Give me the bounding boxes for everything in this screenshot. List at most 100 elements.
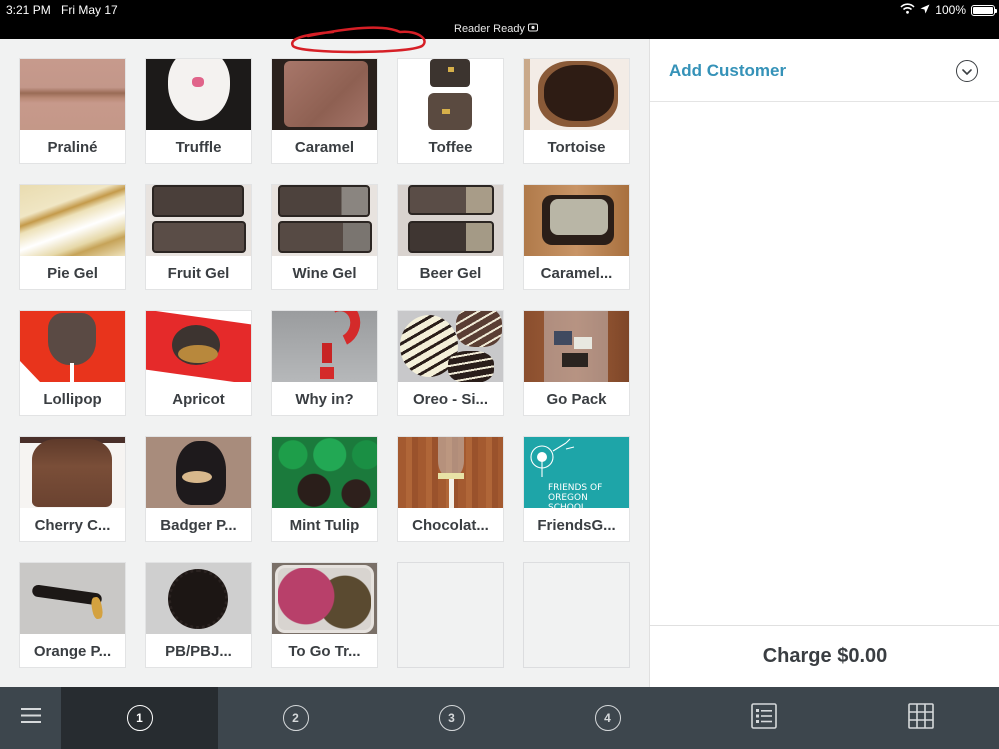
customer-expand-button[interactable] bbox=[956, 60, 978, 82]
battery-level bbox=[973, 6, 993, 14]
item-tile[interactable]: Cherry C... bbox=[19, 436, 126, 542]
page-tab-2[interactable]: 2 bbox=[217, 687, 374, 749]
item-label: Beer Gel bbox=[419, 264, 482, 282]
item-tile[interactable]: PB/PBJ... bbox=[145, 562, 252, 668]
status-date: Fri May 17 bbox=[61, 3, 118, 17]
logo-text-line: FRIENDS OF bbox=[548, 483, 603, 493]
item-label: Lollipop bbox=[43, 390, 102, 408]
item-tile[interactable]: Praliné bbox=[19, 58, 126, 164]
item-tile[interactable]: Orange P... bbox=[19, 562, 126, 668]
item-tile[interactable]: Wine Gel bbox=[271, 184, 378, 290]
item-label: Why in? bbox=[295, 390, 354, 408]
item-label: FriendsG... bbox=[537, 516, 616, 534]
item-label: Go Pack bbox=[546, 390, 607, 408]
item-tile[interactable]: FRIENDS OFOREGONSCHOOL DISTRICT FriendsG.… bbox=[523, 436, 630, 542]
page-number-circle: 1 bbox=[126, 705, 153, 731]
item-image bbox=[272, 563, 377, 634]
item-tile[interactable]: To Go Tr... bbox=[271, 562, 378, 668]
item-tile[interactable]: Apricot bbox=[145, 310, 252, 416]
item-image bbox=[524, 59, 629, 130]
item-label: Caramel... bbox=[540, 264, 613, 282]
item-tile[interactable]: Go Pack bbox=[523, 310, 630, 416]
item-image: FRIENDS OFOREGONSCHOOL DISTRICT bbox=[524, 437, 629, 508]
item-image bbox=[20, 311, 125, 382]
item-image bbox=[146, 59, 251, 130]
location-arrow-icon bbox=[920, 3, 930, 17]
item-tile[interactable]: Truffle bbox=[145, 58, 252, 164]
item-tile[interactable]: Tortoise bbox=[523, 58, 630, 164]
page-tab-1[interactable]: 1 bbox=[61, 687, 218, 749]
item-tile[interactable]: Badger P... bbox=[145, 436, 252, 542]
item-label: Praliné bbox=[47, 138, 98, 156]
page-tab-3[interactable]: 3 bbox=[373, 687, 530, 749]
item-tile[interactable]: Toffee bbox=[397, 58, 504, 164]
page-number-circle: 2 bbox=[282, 705, 309, 731]
logo-text-line: OREGON bbox=[548, 493, 588, 503]
item-label: Toffee bbox=[428, 138, 473, 156]
item-tile[interactable]: Oreo - Si... bbox=[397, 310, 504, 416]
item-image bbox=[146, 437, 251, 508]
status-time: 3:21 PM bbox=[6, 3, 51, 17]
add-customer-button[interactable]: Add Customer bbox=[669, 61, 786, 81]
item-image bbox=[272, 311, 377, 382]
item-tile[interactable]: Caramel... bbox=[523, 184, 630, 290]
item-grid: Praliné Truffle Caramel Toffee Tortoise Pie G… bbox=[0, 39, 649, 687]
item-tile[interactable]: Fruit Gel bbox=[145, 184, 252, 290]
list-view-button[interactable] bbox=[686, 687, 842, 749]
item-label: Wine Gel bbox=[292, 264, 357, 282]
item-image bbox=[272, 59, 377, 130]
item-label: Truffle bbox=[175, 138, 222, 156]
page-number-circle: 4 bbox=[594, 705, 621, 731]
empty-tile[interactable] bbox=[397, 562, 504, 668]
card-reader-icon bbox=[527, 23, 539, 35]
cart-header: Add Customer bbox=[650, 39, 999, 102]
item-image bbox=[272, 185, 377, 256]
dandelion-icon bbox=[530, 438, 575, 477]
item-label: Orange P... bbox=[33, 642, 112, 660]
item-tile[interactable]: Chocolat... bbox=[397, 436, 504, 542]
item-label: PB/PBJ... bbox=[165, 642, 232, 660]
bottom-nav: 1 2 3 4 bbox=[0, 687, 999, 749]
item-image bbox=[524, 185, 629, 256]
item-image bbox=[398, 437, 503, 508]
item-image bbox=[398, 311, 503, 382]
item-tile[interactable]: Pie Gel bbox=[19, 184, 126, 290]
status-bar: 3:21 PM Fri May 17 Reader Ready 100% bbox=[0, 0, 999, 39]
charge-button[interactable]: Charge $0.00 bbox=[650, 625, 999, 687]
menu-button[interactable] bbox=[0, 687, 61, 749]
item-tile[interactable]: Mint Tulip bbox=[271, 436, 378, 542]
item-image bbox=[20, 59, 125, 130]
item-label: Apricot bbox=[172, 390, 225, 408]
item-image bbox=[146, 185, 251, 256]
item-label: Pie Gel bbox=[47, 264, 98, 282]
status-right: 100% bbox=[900, 3, 997, 17]
item-label: Oreo - Si... bbox=[412, 390, 488, 408]
chevron-down-icon bbox=[962, 62, 972, 80]
item-label: Cherry C... bbox=[34, 516, 111, 534]
item-image bbox=[398, 59, 503, 130]
item-image bbox=[20, 563, 125, 634]
reader-status-text: Reader Ready bbox=[454, 23, 525, 35]
item-tile[interactable]: Lollipop bbox=[19, 310, 126, 416]
item-label: Mint Tulip bbox=[289, 516, 360, 534]
page-number-circle: 3 bbox=[438, 705, 465, 731]
battery-percent: 100% bbox=[935, 3, 966, 17]
item-image bbox=[146, 563, 251, 634]
item-label: Caramel bbox=[294, 138, 355, 156]
item-label: Chocolat... bbox=[412, 516, 489, 534]
item-label: Tortoise bbox=[547, 138, 606, 156]
item-tile[interactable]: Why in? bbox=[271, 310, 378, 416]
page-tab-4[interactable]: 4 bbox=[529, 687, 686, 749]
grid-icon bbox=[907, 702, 934, 734]
item-image bbox=[524, 311, 629, 382]
item-tile[interactable]: Beer Gel bbox=[397, 184, 504, 290]
item-image bbox=[146, 311, 251, 382]
cart-panel: Add Customer Charge $0.00 bbox=[649, 39, 999, 687]
item-image bbox=[20, 185, 125, 256]
item-image bbox=[398, 185, 503, 256]
empty-tile[interactable] bbox=[523, 562, 630, 668]
wifi-icon bbox=[900, 3, 915, 17]
item-tile[interactable]: Caramel bbox=[271, 58, 378, 164]
item-label: Fruit Gel bbox=[167, 264, 230, 282]
grid-view-button[interactable] bbox=[842, 687, 999, 749]
